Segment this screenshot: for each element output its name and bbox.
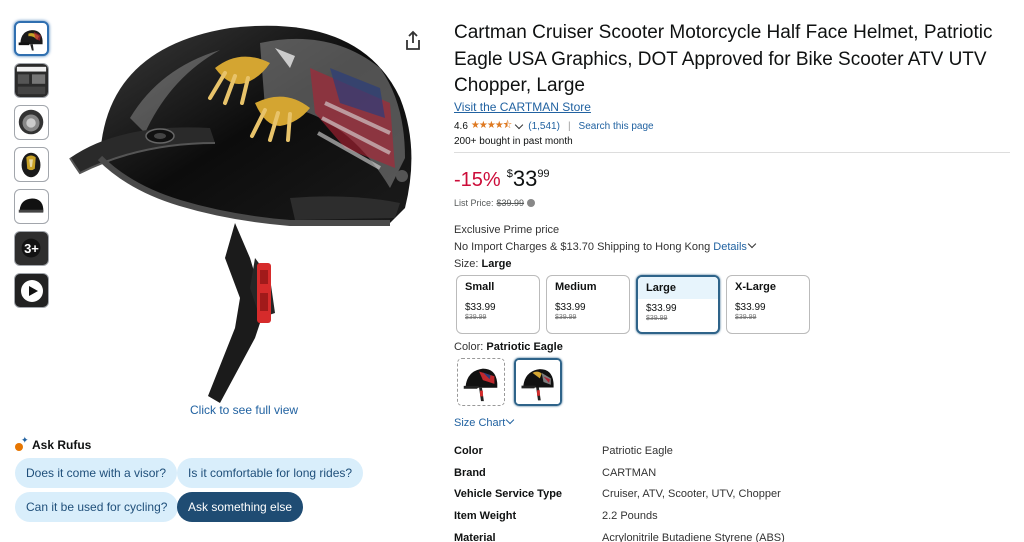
size-option-name: X-Large <box>735 281 776 293</box>
spec-key: Color <box>454 444 483 457</box>
share-icon[interactable] <box>403 30 423 52</box>
star-rating-icon[interactable]: ★★★★⯪ <box>471 118 512 135</box>
size-option-price: $33.99 <box>735 302 766 313</box>
list-price-label: List Price: <box>454 198 494 208</box>
rufus-ask-something-else[interactable]: Ask something else <box>177 492 304 522</box>
spec-value: Cruiser, ATV, Scooter, UTV, Chopper <box>602 488 781 501</box>
size-label: Size: Large <box>454 258 512 270</box>
product-specs: Color Patriotic Eagle Brand CARTMAN Vehi… <box>454 440 785 542</box>
rating-row: 4.6 ★★★★⯪ (1,541) | Search this page <box>454 118 654 135</box>
divider: | <box>567 121 571 132</box>
shipping-text: No Import Charges & $13.70 Shipping to H… <box>454 241 711 253</box>
shipping-details-link[interactable]: Details <box>713 241 747 253</box>
rufus-icon <box>15 435 29 452</box>
info-icon[interactable] <box>527 199 536 207</box>
size-option-list-price: $39.99 <box>735 314 757 321</box>
product-title: Cartman Cruiser Scooter Motorcycle Half … <box>454 22 993 96</box>
color-swatch-patriotic-eagle[interactable] <box>514 358 562 406</box>
chevron-down-icon[interactable] <box>515 120 524 130</box>
spec-value: CARTMAN <box>602 466 657 479</box>
divider <box>454 152 1010 153</box>
thumbnail-video[interactable] <box>14 273 49 308</box>
thumbnail-gallery: 3+ <box>14 21 51 315</box>
more-images-count: 3+ <box>15 232 48 265</box>
review-count-link[interactable]: (1,541) <box>528 121 560 132</box>
price-block: -15% $ 33 99 <box>454 166 550 194</box>
play-icon <box>21 280 43 302</box>
spec-value: 2.2 Pounds <box>602 510 658 523</box>
main-product-image[interactable] <box>60 8 430 403</box>
size-option-name: Large <box>638 277 718 299</box>
spec-key: Vehicle Service Type <box>454 488 563 501</box>
size-selected: Large <box>481 258 512 270</box>
color-swatch-alternate[interactable] <box>457 358 505 406</box>
list-price-value: $39.99 <box>496 198 525 208</box>
thumbnail-helmet-inside[interactable] <box>14 105 49 140</box>
rufus-question-comfortable[interactable]: Is it comfortable for long rides? <box>177 458 364 488</box>
spec-row: Vehicle Service Type Cruiser, ATV, Scoot… <box>454 484 785 506</box>
color-selected: Patriotic Eagle <box>486 341 563 353</box>
size-chart-link[interactable]: Size Chart <box>454 415 516 429</box>
chevron-down-icon[interactable] <box>747 239 757 249</box>
rating-value: 4.6 <box>454 121 468 132</box>
size-option-medium[interactable]: Medium $33.99 $39.99 <box>546 275 630 334</box>
rufus-heading-label: Ask Rufus <box>32 438 92 452</box>
size-option-small[interactable]: Small $33.99 $39.99 <box>456 275 540 334</box>
full-view-link[interactable]: Click to see full view <box>190 403 298 417</box>
size-option-price: $33.99 <box>555 302 586 313</box>
spec-value: Acrylonitrile Butadiene Styrene (ABS) <box>602 532 785 542</box>
thumbnail-box-features[interactable] <box>14 63 49 98</box>
spec-key: Material <box>454 532 496 542</box>
bought-in-past-month: 200+ bought in past month <box>454 136 573 147</box>
rufus-question-cycling[interactable]: Can it be used for cycling? <box>15 492 179 522</box>
thumbnail-helmet-top[interactable] <box>14 147 49 182</box>
spec-row: Material Acrylonitrile Butadiene Styrene… <box>454 527 785 542</box>
chevron-down-icon <box>506 415 515 425</box>
thumbnail-more[interactable]: 3+ <box>14 231 49 266</box>
discount-percent: -15% <box>454 169 501 191</box>
size-option-large[interactable]: Large $33.99 $39.99 <box>636 275 720 334</box>
store-link[interactable]: Visit the CARTMAN Store <box>454 100 591 114</box>
price-fraction: 99 <box>537 168 550 180</box>
size-option-list-price: $39.99 <box>646 315 668 322</box>
spec-row: Item Weight 2.2 Pounds <box>454 505 785 527</box>
size-option-name: Medium <box>555 281 597 293</box>
search-this-page-link[interactable]: Search this page <box>579 121 654 132</box>
color-label: Color: Patriotic Eagle <box>454 341 563 353</box>
rufus-question-visor[interactable]: Does it come with a visor? <box>15 458 178 488</box>
spec-key: Brand <box>454 466 486 479</box>
spec-row: Color Patriotic Eagle <box>454 440 785 462</box>
spec-key: Item Weight <box>454 510 517 523</box>
size-option-price: $33.99 <box>646 303 677 314</box>
thumbnail-helmet-black[interactable] <box>14 189 49 224</box>
size-option-list-price: $39.99 <box>465 314 487 321</box>
rufus-heading: Ask Rufus <box>15 435 92 452</box>
size-option-x-large[interactable]: X-Large $33.99 $39.99 <box>726 275 810 334</box>
size-option-list-price: $39.99 <box>555 314 577 321</box>
size-label-text: Size: <box>454 258 479 270</box>
size-chart-label: Size Chart <box>454 417 506 429</box>
thumbnail-helmet-side[interactable] <box>14 21 49 56</box>
price-whole: 33 <box>512 166 538 191</box>
spec-row: Brand CARTMAN <box>454 462 785 484</box>
spec-value: Patriotic Eagle <box>602 444 673 457</box>
shipping-info: No Import Charges & $13.70 Shipping to H… <box>454 239 758 253</box>
size-option-name: Small <box>465 281 495 293</box>
prime-price-label: Exclusive Prime price <box>454 224 560 236</box>
list-price: List Price: $39.99 <box>454 198 536 208</box>
size-option-price: $33.99 <box>465 302 496 313</box>
color-label-text: Color: <box>454 341 484 353</box>
